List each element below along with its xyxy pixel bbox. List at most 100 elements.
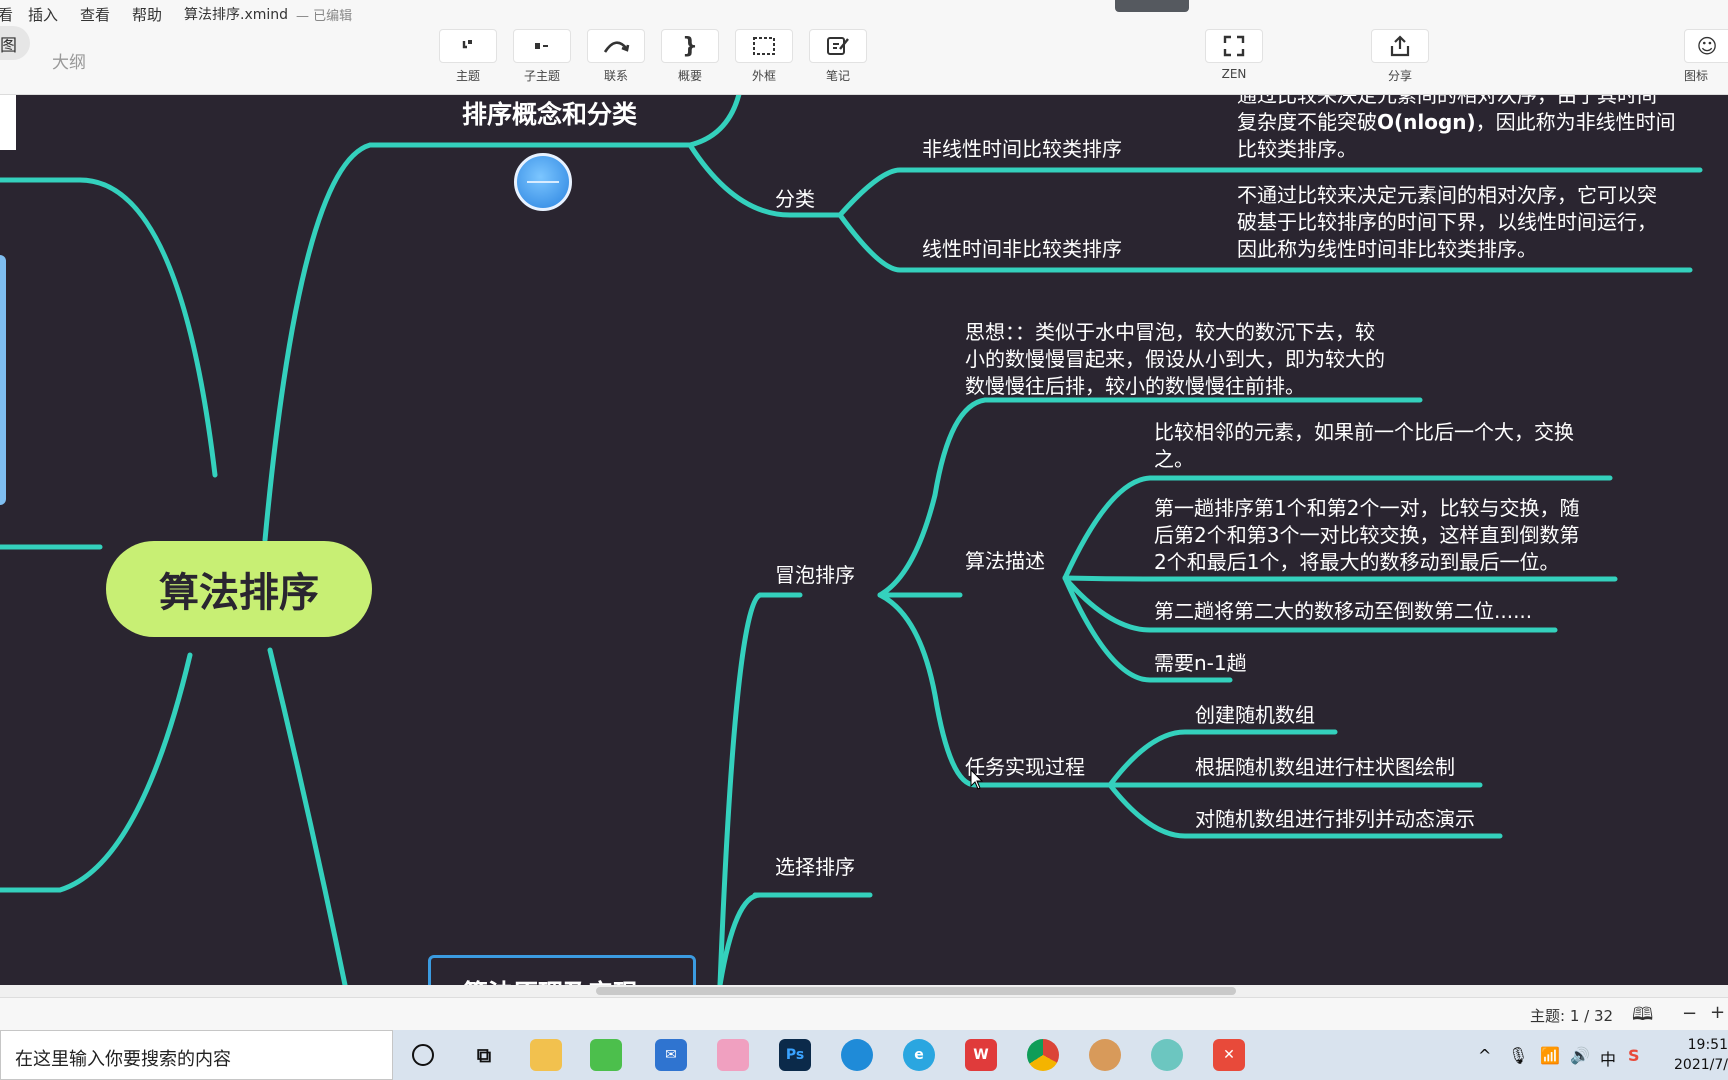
taskbar-clock[interactable]: 19:51 2021/7/ [1674,1035,1728,1075]
topic-step3[interactable]: 第二趟将第二大的数移动至倒数第二位...... [1154,595,1532,624]
boundary-button[interactable]: 外框 [734,29,794,84]
menu-view-partial[interactable]: 看 [0,4,13,25]
relationship-button[interactable]: 联系 [586,29,646,84]
taskbar-search-placeholder: 在这里输入你要搜索的内容 [15,1049,231,1070]
cortana-icon[interactable] [407,1039,439,1071]
wechat-icon[interactable] [590,1039,622,1071]
fullscreen-icon [1223,35,1245,57]
clock-date: 2021/7/ [1674,1057,1728,1073]
zen-button[interactable]: ZEN [1204,29,1264,81]
relationship-label: 联系 [603,69,628,83]
tray-network-icon[interactable]: 📶 [1540,1046,1560,1065]
mindmap-canvas[interactable]: 算法排序 排序概念和分类 分类 非线性时间比较类排序 通过比较来决定元素间的相对… [0,95,1728,985]
tray-mic-icon[interactable]: 🎙 [1508,1046,1528,1065]
topic-step4[interactable]: 需要n-1趟 [1154,647,1247,676]
topic-nonlinear[interactable]: 非线性时间比较类排序 [922,133,1122,162]
zoom-in-button[interactable]: + [1710,1002,1725,1023]
left-partial-node-white[interactable] [0,95,16,150]
nonlinear-desc-line3: ，因此称为非线性时间 [1475,110,1676,134]
statusbar: 主题: 1 / 32 🕮 − + [0,997,1728,1031]
linear-desc-line2: 破基于比较排序的时间下界，以线性时间运行， [1237,210,1657,234]
xmind-icon[interactable]: ✕ [1213,1039,1245,1071]
boundary-icon [753,37,775,55]
topic-step1[interactable]: 比较相邻的元素，如果前一个比后一个大，交换 之。 [1154,419,1614,473]
note-nonlinear-desc[interactable]: 通过比较来决定元素间的相对次序，由于其时间 复杂度不能突破O(nlogn)，因此… [1237,95,1697,163]
boundary-label: 外框 [751,69,776,83]
photoshop-icon[interactable]: Ps [779,1039,811,1071]
idea-line2: 小的数慢慢冒起来，假设从小到大，即为较大的 [965,347,1385,371]
monkey-app-icon[interactable] [1089,1039,1121,1071]
edited-status: — 已编辑 [296,9,353,24]
menu-view[interactable]: 查看 [80,4,110,25]
summary-button[interactable]: } 概要 [660,29,720,84]
topic-count: 主题: 1 / 32 [1530,1007,1614,1025]
step1-line2: 之。 [1154,447,1194,471]
topic-step2[interactable]: 第一趟排序第1个和第2个一对，比较与交换，随 后第2个和第3个一对比较交换，这样… [1154,495,1614,576]
clock-time: 19:51 [1687,1037,1728,1053]
zoom-out-button[interactable]: − [1682,1003,1697,1024]
topic-button[interactable]: 主题 [438,29,498,84]
smiley-icon: ☺ [1696,34,1718,58]
step2-line3: 2个和最后1个，将最大的数移动到最后一位。 [1154,550,1560,574]
topic-principle[interactable]: 算法原理及实现 [428,955,696,985]
wps-icon[interactable]: W [965,1039,997,1071]
summary-label: 概要 [677,69,702,83]
icon-panel-button[interactable]: ☺ 图标 [1684,29,1728,84]
scrollbar-thumb[interactable] [596,987,1236,995]
topic-task2[interactable]: 根据随机数组进行柱状图绘制 [1195,751,1455,780]
nonlinear-desc-line4: 比较类排序。 [1237,137,1357,161]
step2-line1: 第一趟排序第1个和第2个一对，比较与交换，随 [1154,496,1580,520]
share-label: 分享 [1387,69,1412,83]
horizontal-scrollbar[interactable] [0,985,1728,997]
topic-concept[interactable]: 排序概念和分类 [462,95,637,131]
chrome-icon[interactable] [1027,1039,1059,1071]
note-button[interactable]: 笔记 [808,29,868,84]
mail-icon[interactable]: ✉ [655,1039,687,1071]
icon-panel-label: 图标 [1684,69,1709,83]
note-linear-desc[interactable]: 不通过比较来决定元素间的相对次序，它可以突 破基于比较排序的时间下界，以线性时间… [1237,182,1697,263]
note-label: 笔记 [825,69,850,83]
mouse-cursor-icon [970,769,984,790]
zen-label: ZEN [1221,67,1247,81]
idea-line1: 思想：：类似于水中冒泡，较大的数沉下去，较 [965,320,1375,344]
topic-selection-sort[interactable]: 选择排序 [775,851,855,880]
topic-principle-label: 算法原理及实现 [463,974,638,985]
nonlinear-desc-bold: O(nlogn) [1377,110,1476,134]
nonlinear-desc-line2: 复杂度不能突破 [1237,110,1377,134]
step1-line1: 比较相邻的元素，如果前一个比后一个大，交换 [1154,420,1574,444]
window-handle[interactable] [1115,0,1189,12]
note-bubble-idea[interactable]: 思想：：类似于水中冒泡，较大的数沉下去，较 小的数慢慢冒起来，假设从小到大，即为… [965,319,1425,400]
topic-task3[interactable]: 对随机数组进行排列并动态演示 [1195,803,1475,832]
ie-icon[interactable]: e [903,1039,935,1071]
tab-mindmap[interactable]: 图 [0,26,30,60]
toolbar: 图 大纲 主题 子主题 联系 } 概要 外框 笔记 ZEN 分享 ☺ 图标 [0,26,1728,95]
bird-app-icon[interactable] [1151,1039,1183,1071]
file-title: 算法排序.xmind [184,7,289,23]
windows-taskbar: 在这里输入你要搜索的内容 ⧉ ✉ Ps e W ✕ ^ 🎙 📶 🔊 中 S 19… [0,1030,1728,1080]
subtopic-button[interactable]: 子主题 [512,29,572,84]
tab-outline[interactable]: 大纲 [52,48,86,73]
tray-expand-icon[interactable]: ^ [1478,1046,1491,1065]
task-view-icon[interactable]: ⧉ [468,1039,500,1071]
step2-line2: 后第2个和第3个一对比较交换，这样直到倒数第 [1154,523,1580,547]
file-explorer-icon[interactable] [530,1039,562,1071]
menu-help[interactable]: 帮助 [132,4,162,25]
topic-classify[interactable]: 分类 [775,183,815,212]
tray-sogou-icon[interactable]: S [1628,1046,1640,1065]
paint-icon[interactable] [717,1039,749,1071]
topic-task1[interactable]: 创建随机数组 [1195,699,1315,728]
loading-marker-icon [514,153,572,211]
taskbar-search-box[interactable]: 在这里输入你要搜索的内容 [0,1030,393,1080]
topic-linear[interactable]: 线性时间非比较类排序 [922,233,1122,262]
edge-icon[interactable] [841,1039,873,1071]
tray-volume-icon[interactable]: 🔊 [1570,1046,1590,1065]
topic-bubble-sort[interactable]: 冒泡排序 [775,559,855,588]
topic-icon [462,40,472,49]
share-button[interactable]: 分享 [1370,29,1430,84]
topic-algo-desc[interactable]: 算法描述 [965,545,1045,574]
menu-insert[interactable]: 插入 [28,4,58,25]
tray-ime-mode[interactable]: 中 [1600,1046,1616,1070]
book-icon[interactable]: 🕮 [1632,1002,1653,1032]
root-topic[interactable]: 算法排序 [106,541,372,637]
left-partial-node-blue[interactable] [0,255,6,505]
